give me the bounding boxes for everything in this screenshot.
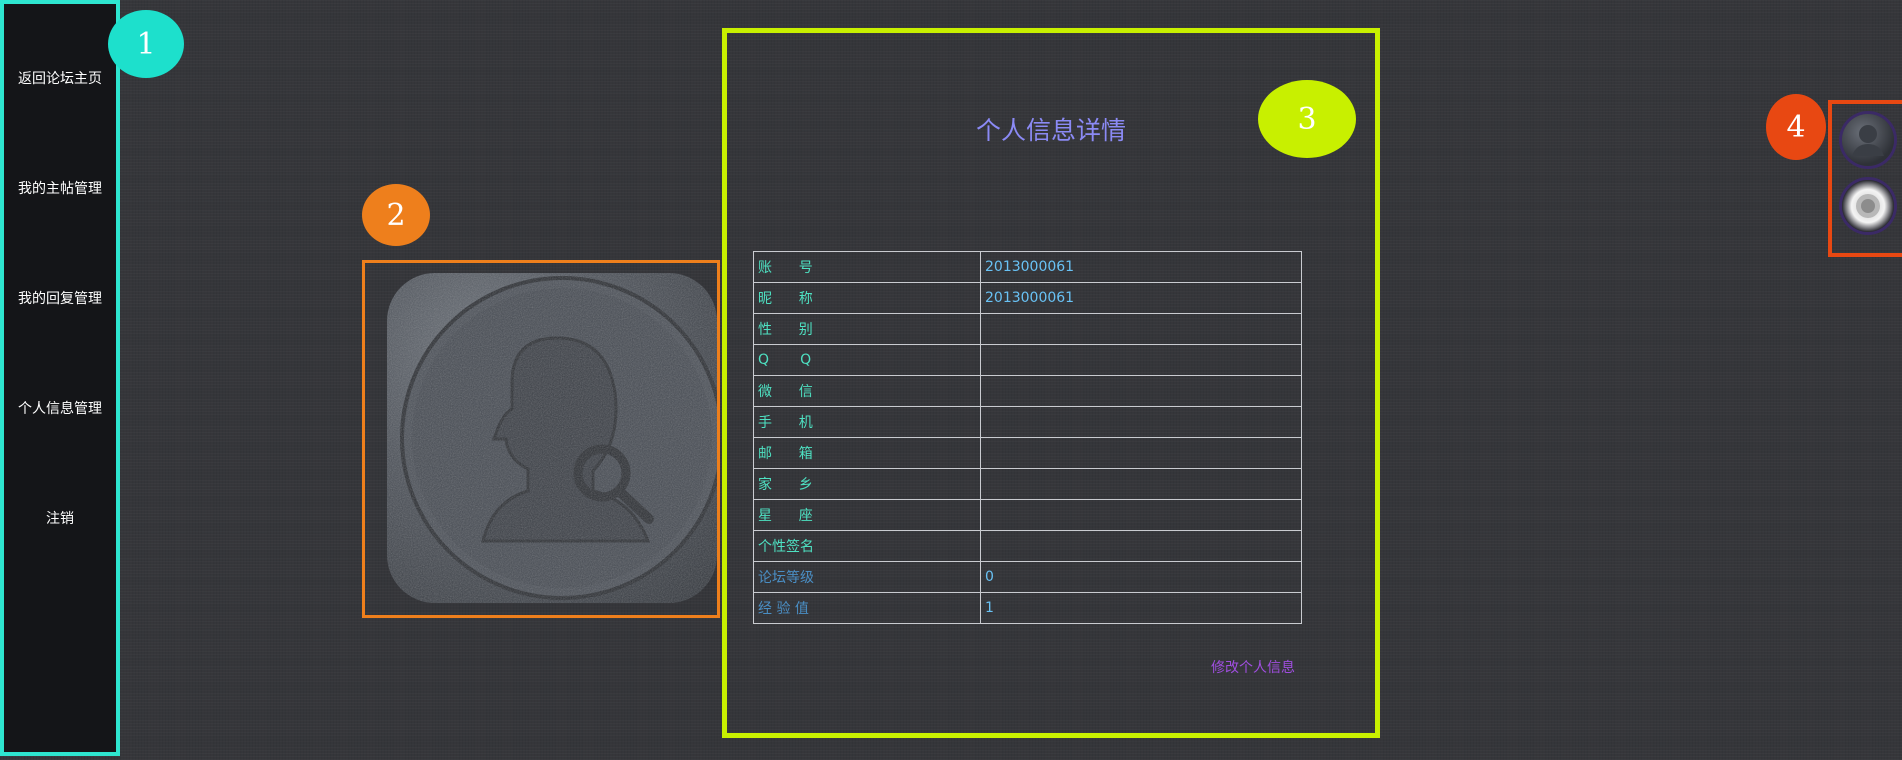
- table-row: 微 信: [753, 375, 1302, 407]
- table-row: 经 验 值 1: [753, 592, 1302, 624]
- table-row: 手 机: [753, 406, 1302, 438]
- row-value: [980, 313, 1302, 345]
- table-row: 账 号 2013000061: [753, 251, 1302, 283]
- table-row: 邮 箱: [753, 437, 1302, 469]
- callout-badge-4: 4: [1766, 94, 1826, 160]
- profile-table: 账 号 2013000061 昵 称 2013000061 性 别 Q Q 微 …: [753, 251, 1302, 624]
- row-value: 1: [980, 592, 1302, 624]
- row-value: [980, 468, 1302, 500]
- table-row: 性 别: [753, 313, 1302, 345]
- page-title: 个人信息详情: [975, 116, 1126, 145]
- callout-badge-2: 2: [362, 184, 430, 246]
- row-value: 0: [980, 561, 1302, 593]
- row-value: [980, 437, 1302, 469]
- row-value: 2013000061: [980, 282, 1302, 314]
- table-row: Q Q: [753, 344, 1302, 376]
- sidebar-item-profile[interactable]: 个人信息管理: [4, 398, 116, 418]
- user-avatar-icon[interactable]: [1842, 114, 1894, 166]
- row-label: 论坛等级: [753, 561, 981, 593]
- sidebar-item-my-replies[interactable]: 我的回复管理: [4, 288, 116, 308]
- row-label: 经 验 值: [753, 592, 981, 624]
- sidebar-item-my-posts[interactable]: 我的主帖管理: [4, 178, 116, 198]
- row-value: [980, 499, 1302, 531]
- row-value: [980, 406, 1302, 438]
- row-value: [980, 375, 1302, 407]
- row-label: Q Q: [753, 344, 981, 376]
- row-label: 个性签名: [753, 530, 981, 562]
- row-label: 家 乡: [753, 468, 981, 500]
- profile-info-panel: 个人信息详情 账 号 2013000061 昵 称 2013000061 性 别…: [722, 28, 1380, 738]
- sidebar-nav: 返回论坛主页 我的主帖管理 我的回复管理 个人信息管理 注销: [0, 0, 120, 756]
- avatar-frame: [362, 260, 720, 618]
- row-value: 2013000061: [980, 251, 1302, 283]
- emblem-icon: [1856, 194, 1880, 218]
- row-label: 昵 称: [753, 282, 981, 314]
- sidebar-item-logout[interactable]: 注销: [4, 508, 116, 528]
- table-row: 个性签名: [753, 530, 1302, 562]
- user-search-icon: [387, 273, 717, 603]
- row-label: 手 机: [753, 406, 981, 438]
- table-row: 昵 称 2013000061: [753, 282, 1302, 314]
- row-label: 微 信: [753, 375, 981, 407]
- table-row: 论坛等级 0: [753, 561, 1302, 593]
- row-label: 性 别: [753, 313, 981, 345]
- row-label: 邮 箱: [753, 437, 981, 469]
- callout-badge-1: 1: [108, 10, 184, 78]
- avatar: [387, 273, 717, 603]
- row-label: 账 号: [753, 251, 981, 283]
- row-value: [980, 344, 1302, 376]
- table-row: 星 座: [753, 499, 1302, 531]
- coin-avatar-icon[interactable]: [1842, 180, 1894, 232]
- row-value: [980, 530, 1302, 562]
- edit-profile-link[interactable]: 修改个人信息: [1211, 657, 1295, 677]
- user-silhouette-icon: [1852, 125, 1884, 156]
- mini-avatar-group: [1828, 100, 1902, 257]
- row-label: 星 座: [753, 499, 981, 531]
- table-row: 家 乡: [753, 468, 1302, 500]
- sidebar-item-forum-home[interactable]: 返回论坛主页: [4, 68, 116, 88]
